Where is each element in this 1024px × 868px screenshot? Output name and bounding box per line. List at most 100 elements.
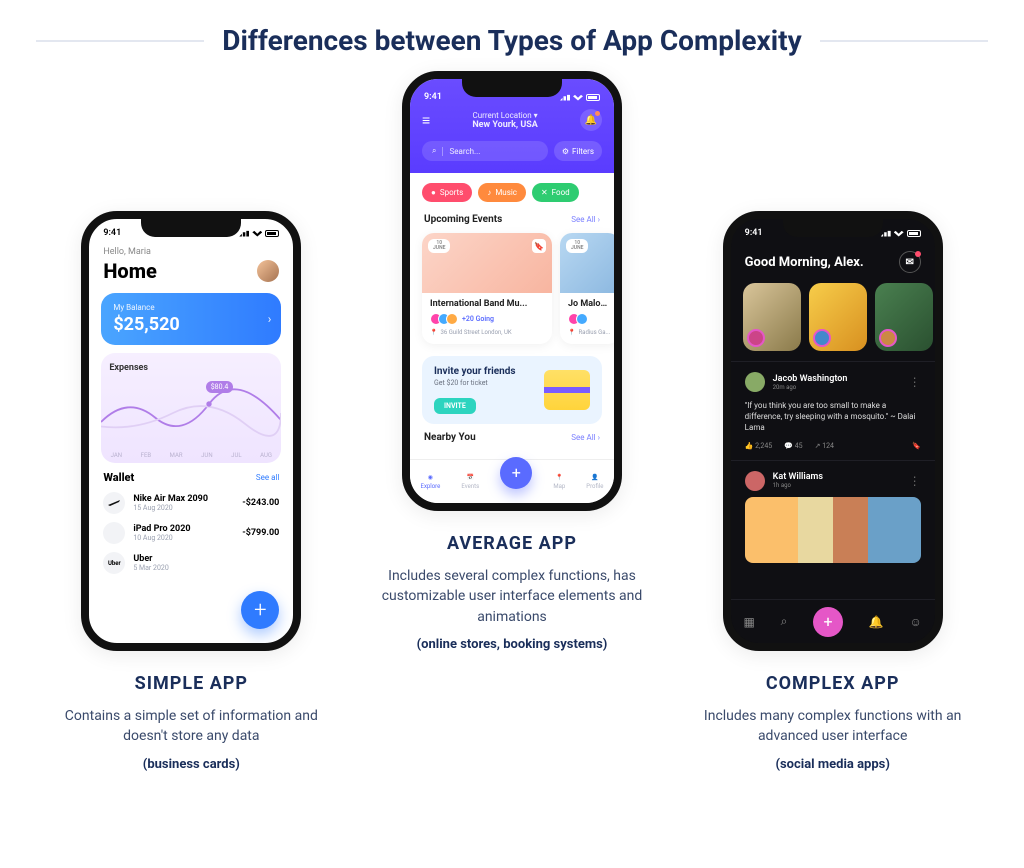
add-fab[interactable]: + (241, 591, 279, 629)
see-all-link[interactable]: See all (256, 473, 279, 482)
battery-icon (586, 94, 600, 101)
item-price: -$243.00 (242, 498, 279, 508)
examples: (social media apps) (693, 757, 973, 772)
post-author: Jacob Washington (773, 374, 848, 384)
signal-icon (560, 94, 570, 101)
filters-button[interactable]: ⚙Filters (554, 141, 602, 161)
chips-row: ●Sports ♪Music ✕Food (410, 173, 614, 212)
avatar[interactable] (745, 471, 765, 491)
search-icon: ⌕ (432, 146, 436, 156)
post: Jacob Washington20m ago ⋮ "If you think … (731, 361, 935, 460)
description: Includes several complex functions, has … (372, 566, 652, 627)
tab-map[interactable]: 📍Map (553, 474, 565, 490)
description: Includes many complex functions with an … (693, 706, 973, 747)
invite-subtitle: Get $20 for ticket (434, 379, 516, 387)
wallet-row[interactable]: Nike Air Max 209015 Aug 2020 -$243.00 (103, 492, 279, 514)
feed-icon[interactable]: ▦ (744, 615, 755, 629)
chip-food[interactable]: ✕Food (532, 183, 579, 202)
date-badge: 10JUNE (428, 239, 450, 253)
post-image[interactable] (745, 497, 921, 563)
signal-icon (239, 230, 249, 237)
item-date: 5 Mar 2020 (133, 564, 271, 572)
like-icon[interactable]: 👍 2,245 (745, 442, 773, 450)
search-input[interactable]: ⌕Search... (422, 141, 548, 161)
invite-button[interactable]: INVITE (434, 398, 476, 414)
rule-right (820, 40, 988, 42)
wallet-section: Wallet See all Nike Air Max 209015 Aug 2… (89, 463, 293, 574)
bell-icon[interactable]: 🔔 (580, 109, 602, 131)
comment-icon[interactable]: 💬 45 (784, 442, 802, 450)
tab-events[interactable]: 📅Events (461, 474, 479, 490)
status-time: 9:41 (424, 92, 442, 102)
post-time: 20m ago (773, 384, 848, 391)
avatar[interactable] (745, 372, 765, 392)
map-icon: 📍 (556, 474, 563, 481)
brand-icon (103, 492, 125, 514)
tab-explore[interactable]: ◉Explore (421, 474, 441, 490)
col-simple: 9:41 Hello, Maria Home My Balance $25,52… (36, 211, 347, 772)
phone-average: 9:41 ≡ Current Location ▾ New Yourk, USA… (402, 71, 622, 511)
examples: (online stores, booking systems) (372, 637, 652, 652)
see-all-link[interactable]: See All › (571, 433, 600, 442)
wallet-row[interactable]: Uber Uber5 Mar 2020 (103, 552, 279, 574)
invite-banner[interactable]: Invite your friends Get $20 for ticket I… (422, 356, 602, 424)
see-all-link[interactable]: See All › (571, 215, 600, 224)
loc-label: Current Location ▾ (472, 111, 537, 120)
chip-music[interactable]: ♪Music (478, 183, 526, 202)
story[interactable] (875, 283, 933, 351)
expenses-card[interactable]: Expenses $80.4 JAN FEB MAR JUN JUL AUG (101, 353, 281, 463)
col-complex: 9:41 Good Morning, Alex. ✉ Jacob W (677, 211, 988, 772)
menu-icon[interactable]: ≡ (422, 112, 430, 129)
story[interactable] (809, 283, 867, 351)
notch (783, 219, 883, 237)
more-icon[interactable]: ⋮ (909, 474, 921, 488)
user-icon: 👤 (591, 474, 598, 481)
item-date: 15 Aug 2020 (133, 504, 234, 512)
chip-sports[interactable]: ●Sports (422, 183, 472, 202)
event-card[interactable]: 10JUNE Jo Malon... 📍Radius Ga... (560, 233, 620, 344)
event-image: 10JUNE 🔖 (422, 233, 552, 293)
month: MAR (170, 452, 183, 459)
month: JAN (111, 452, 122, 459)
share-icon[interactable]: ↗ 124 (815, 442, 834, 450)
location[interactable]: Current Location ▾ New Yourk, USA (472, 111, 538, 130)
wallet-row[interactable]: iPad Pro 202010 Aug 2020 -$799.00 (103, 522, 279, 544)
heading: COMPLEX APP (693, 673, 973, 694)
item-name: Uber (133, 554, 271, 564)
status-icons (560, 94, 600, 101)
columns: 9:41 Hello, Maria Home My Balance $25,52… (36, 81, 988, 772)
notch (141, 219, 241, 237)
search-icon[interactable]: ⌕ (781, 614, 788, 629)
post-header: Kat Williams1h ago ⋮ (745, 471, 921, 491)
event-name: Jo Malon... (568, 299, 612, 309)
story[interactable] (743, 283, 801, 351)
expenses-chart (101, 383, 281, 443)
add-fab[interactable]: + (813, 607, 843, 637)
event-card[interactable]: 10JUNE 🔖 International Band Mu... +20 Go… (422, 233, 552, 344)
wifi-icon (573, 94, 583, 101)
phone-simple: 9:41 Hello, Maria Home My Balance $25,52… (81, 211, 301, 651)
month: FEB (141, 452, 151, 459)
expenses-label: Expenses (109, 363, 273, 373)
messages-icon[interactable]: ✉ (899, 251, 921, 273)
balance-card[interactable]: My Balance $25,520 › (101, 293, 281, 345)
battery-icon (265, 230, 279, 237)
section-nearby: Nearby You See All › (410, 430, 614, 445)
label-average: AVERAGE APP Includes several complex fun… (372, 511, 652, 652)
pin-icon: 📍 (568, 329, 575, 336)
bookmark-icon[interactable]: 🔖 (532, 239, 546, 253)
profile-icon[interactable]: ☺ (910, 615, 922, 629)
more-icon[interactable]: ⋮ (909, 375, 921, 389)
food-icon: ✕ (541, 188, 548, 197)
event-image: 10JUNE (560, 233, 620, 293)
bell-icon[interactable]: 🔔 (869, 615, 884, 629)
item-name: iPad Pro 2020 (133, 524, 234, 534)
avatar[interactable] (257, 260, 279, 282)
bookmark-icon[interactable]: 🔖 (912, 442, 921, 450)
add-fab[interactable]: + (500, 457, 532, 489)
tab-profile[interactable]: 👤Profile (586, 474, 603, 490)
event-cards: 10JUNE 🔖 International Band Mu... +20 Go… (410, 227, 614, 350)
description: Contains a simple set of information and… (51, 706, 331, 747)
balance-amount: $25,520 (113, 314, 269, 335)
search-row: ⌕Search... ⚙Filters (422, 141, 602, 161)
